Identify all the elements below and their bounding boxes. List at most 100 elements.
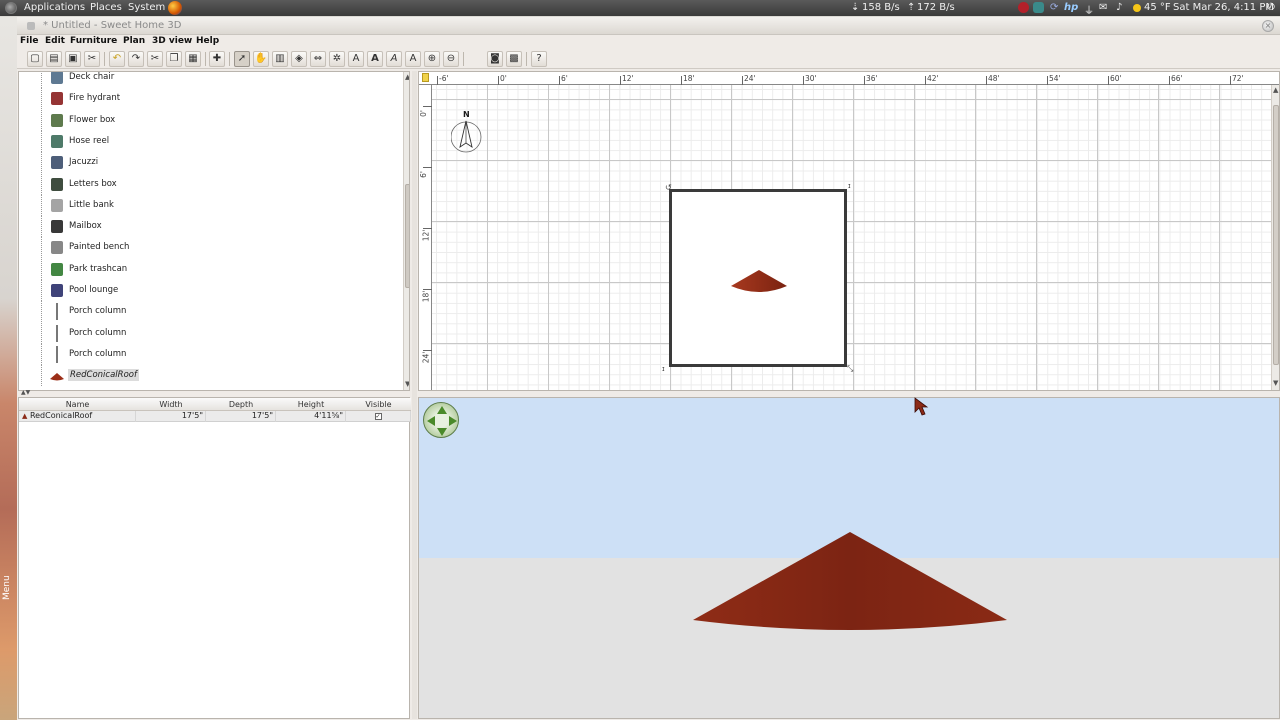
catalog-item[interactable]: Fire hydrant <box>19 88 403 110</box>
resize-handle-icon[interactable]: ⤡ <box>847 364 853 374</box>
title-bar[interactable]: * Untitled - Sweet Home 3D × <box>17 17 1280 35</box>
hp-icon[interactable]: hp <box>1064 2 1078 13</box>
plan-scroll-up-icon[interactable]: ▲ <box>1273 86 1278 94</box>
text-style-3-icon[interactable]: A <box>405 51 421 67</box>
power-icon[interactable]: ⏻ <box>1267 2 1275 13</box>
firefox-icon[interactable] <box>168 1 182 15</box>
menu-file[interactable]: File <box>20 36 38 46</box>
catalog-item[interactable]: Park trashcan <box>19 258 403 280</box>
net-up-arrow-icon: ⇡ <box>907 2 916 13</box>
pan-icon[interactable]: ✋ <box>253 51 269 67</box>
column-visible[interactable]: Visible <box>346 400 411 409</box>
column-name[interactable]: Name <box>19 400 136 409</box>
system-menu[interactable]: System <box>128 2 165 13</box>
height-handle-icon[interactable]: ɪ <box>662 365 665 373</box>
compass[interactable]: N <box>451 110 487 156</box>
create-walls-icon[interactable]: ▥ <box>272 51 288 67</box>
catalog-item[interactable]: Porch column <box>19 322 403 344</box>
catalog-item[interactable]: Porch column <box>19 343 403 365</box>
catalog-item[interactable]: Mailbox <box>19 216 403 238</box>
desktop-side-label[interactable]: Menu <box>2 575 12 600</box>
distro-logo-icon[interactable] <box>5 2 17 14</box>
create-labels-icon[interactable]: ✲ <box>329 51 345 67</box>
menu-edit[interactable]: Edit <box>45 36 65 46</box>
scroll-up-icon[interactable]: ▲ <box>405 73 409 81</box>
select-icon[interactable]: ➚ <box>234 51 250 67</box>
menu-furniture[interactable]: Furniture <box>70 36 117 46</box>
splitter-arrows-icon[interactable]: ▲▼ <box>21 389 30 396</box>
undo-icon[interactable]: ↶ <box>109 51 125 67</box>
catalog-item[interactable]: Pool lounge <box>19 280 403 301</box>
ruler-y-label: 12' <box>421 229 431 242</box>
rotate-handle-icon[interactable]: ↺ <box>665 183 672 192</box>
catalog-item[interactable]: Flower box <box>19 109 403 131</box>
redo-icon[interactable]: ↷ <box>128 51 144 67</box>
zoom-out-icon[interactable]: ⊖ <box>443 51 459 67</box>
catalog-scrollbar[interactable]: ▲ ▼ <box>403 72 409 390</box>
row-width: 17'5" <box>136 411 206 422</box>
catalog-item[interactable]: RedConicalRoof <box>19 365 403 387</box>
visible-checkbox[interactable]: ✓ <box>374 413 382 420</box>
weather-temp[interactable]: 45 °F <box>1144 2 1171 13</box>
menu-plan[interactable]: Plan <box>123 36 145 46</box>
text-style-icon[interactable]: A <box>367 51 383 67</box>
sync-icon[interactable]: ⟳ <box>1050 2 1058 13</box>
create-photo-icon[interactable]: ◙ <box>487 51 503 67</box>
save-icon[interactable]: ▣ <box>65 51 81 67</box>
help-icon[interactable]: ? <box>531 51 547 67</box>
cut-tool-icon[interactable]: ✂ <box>84 51 100 67</box>
catalog-scroll-thumb[interactable] <box>405 184 409 288</box>
column-depth[interactable]: Depth <box>206 400 276 409</box>
ruler-x-label: 36' <box>866 74 878 83</box>
create-dimensions-icon[interactable]: ⇔ <box>310 51 326 67</box>
scroll-down-icon[interactable]: ▼ <box>405 380 409 388</box>
plan-view[interactable]: -6' 0' 6' 12' 18' 24' 30' 36' 42' 48' 54' 60' 66' 72'… <box>418 71 1280 391</box>
navigation-arrows-icon[interactable] <box>423 402 459 438</box>
catalog-item[interactable]: Letters box <box>19 173 403 195</box>
create-video-icon[interactable]: ▩ <box>506 51 522 67</box>
places-menu[interactable]: Places <box>90 2 122 13</box>
record-icon[interactable] <box>1018 2 1029 13</box>
vertical-splitter[interactable] <box>412 71 417 719</box>
catalog-item[interactable]: Hose reel <box>19 130 403 152</box>
copy-icon[interactable]: ❐ <box>166 51 182 67</box>
zoom-in-icon[interactable]: ⊕ <box>424 51 440 67</box>
applications-menu[interactable]: Applications <box>24 2 85 13</box>
new-icon[interactable]: ▢ <box>27 51 43 67</box>
plan-scroll-down-icon[interactable]: ▼ <box>1273 379 1278 387</box>
column-width[interactable]: Width <box>136 400 206 409</box>
paste-icon[interactable]: ▦ <box>185 51 201 67</box>
plan-scrollbar[interactable]: ▲ ▼ <box>1271 85 1279 390</box>
close-icon[interactable]: × <box>1262 20 1274 32</box>
elevation-handle-icon[interactable]: ɪ <box>848 182 851 190</box>
roof-plan-item[interactable] <box>729 268 789 296</box>
letters-box-icon <box>48 176 66 193</box>
mail-icon[interactable]: ✉ <box>1099 2 1107 13</box>
screen-icon[interactable] <box>1033 2 1044 13</box>
create-rooms-icon[interactable]: ◈ <box>291 51 307 67</box>
network-icon[interactable]: ⏚ <box>1084 2 1094 17</box>
catalog-item[interactable]: Porch column <box>19 301 403 323</box>
plan-scroll-thumb[interactable] <box>1273 105 1279 365</box>
open-icon[interactable]: ▤ <box>46 51 62 67</box>
add-furniture-icon[interactable]: ✚ <box>209 51 225 67</box>
catalog-item-label: Porch column <box>69 306 127 317</box>
catalog-item[interactable]: Painted bench <box>19 237 403 259</box>
window-menu-icon[interactable] <box>27 22 35 30</box>
catalog-item[interactable]: Jacuzzi <box>19 152 403 174</box>
table-row[interactable]: ▲ RedConicalRoof 17'5" 17'5" 4'11⅝" ✓ <box>19 411 411 422</box>
ruler-y-label: 24' <box>421 351 431 364</box>
add-text-icon[interactable]: A <box>348 51 364 67</box>
catalog-item[interactable]: Deck chair <box>19 72 403 88</box>
text-style-2-icon[interactable]: A <box>386 51 402 67</box>
3d-view[interactable] <box>418 397 1280 719</box>
catalog-item[interactable]: Little bank <box>19 194 403 216</box>
menu-3d-view[interactable]: 3D view <box>152 36 192 46</box>
volume-icon[interactable]: ♪ <box>1116 2 1122 13</box>
cut-icon[interactable]: ✂ <box>147 51 163 67</box>
menu-help[interactable]: Help <box>196 36 219 46</box>
roof-3d-model[interactable] <box>689 528 1009 638</box>
column-height[interactable]: Height <box>276 400 346 409</box>
plan-grid[interactable] <box>432 85 1271 390</box>
clock[interactable]: Sat Mar 26, 4:11 PM <box>1173 2 1274 13</box>
